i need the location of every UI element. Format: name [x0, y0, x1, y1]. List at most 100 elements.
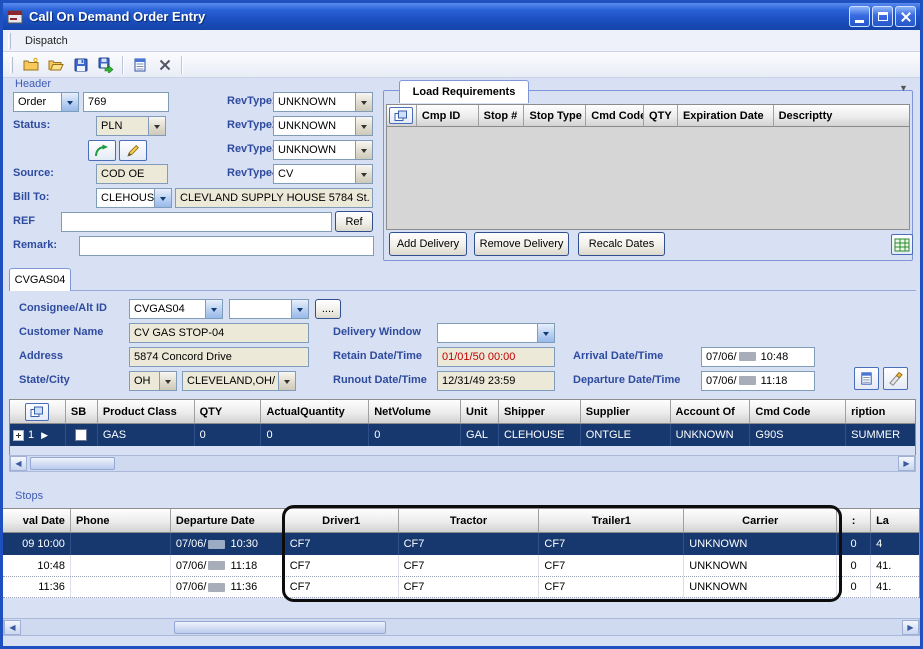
cell-departure: 07/06/ 11:18	[171, 555, 285, 576]
col-header-product-class[interactable]: Product Class	[98, 400, 195, 424]
address-label: Address	[19, 350, 63, 362]
panel-collapse-icon[interactable]: ▼	[899, 83, 908, 93]
alt-id-select[interactable]	[229, 299, 309, 319]
products-scrollbar[interactable]: ◀ ▶	[9, 455, 916, 472]
expand-row-icon[interactable]	[13, 430, 24, 441]
col-header-tractor[interactable]: Tractor	[399, 509, 540, 533]
col-header-description[interactable]: ription	[846, 400, 915, 424]
tab-load-requirements[interactable]: Load Requirements	[399, 80, 529, 103]
col-header-stop-num[interactable]: Stop #	[479, 105, 525, 127]
arrival-field[interactable]: 07/06/ 10:48	[701, 347, 815, 367]
edit-order-button[interactable]	[119, 140, 147, 161]
col-header-cmd-code[interactable]: Cmd Code	[750, 400, 846, 424]
revtype2-select[interactable]: UNKNOWN	[273, 116, 373, 136]
col-header-arrival-date[interactable]: val Date	[3, 509, 71, 533]
maximize-button[interactable]	[872, 6, 893, 27]
new-button[interactable]	[18, 54, 43, 76]
col-header-shipper[interactable]: Shipper	[499, 400, 581, 424]
col-header-cmp-id[interactable]: Cmp ID	[417, 105, 479, 127]
add-delivery-button[interactable]: Add Delivery	[389, 232, 467, 256]
scroll-left-icon[interactable]: ◀	[4, 620, 21, 635]
menu-dispatch[interactable]: Dispatch	[16, 33, 77, 49]
grid-properties-button[interactable]	[389, 107, 413, 124]
sb-checkbox[interactable]	[75, 429, 87, 441]
scroll-right-icon[interactable]: ▶	[898, 456, 915, 471]
recalc-dates-button[interactable]: Recalc Dates	[578, 232, 665, 256]
col-header-net-volume[interactable]: NetVolume	[369, 400, 461, 424]
row-selector-cell: 1 ▶	[10, 424, 66, 446]
open-button[interactable]	[43, 54, 68, 76]
revtype1-select[interactable]: UNKNOWN	[273, 92, 373, 112]
consignee-more-button[interactable]: ....	[315, 299, 341, 319]
billto-select[interactable]: CLEHOUSE	[96, 188, 172, 208]
remove-delivery-button[interactable]: Remove Delivery	[474, 232, 569, 256]
departure-label: Departure Date/Time	[573, 374, 680, 386]
col-header-actual-quantity[interactable]: ActualQuantity	[261, 400, 369, 424]
col-header-expiration-date[interactable]: Expiration Date	[678, 105, 774, 127]
col-header-driver1[interactable]: Driver1	[285, 509, 399, 533]
save-export-button[interactable]	[93, 54, 118, 76]
minimize-button[interactable]	[849, 6, 870, 27]
col-header-la[interactable]: La	[871, 509, 919, 533]
cell-arrival: 10:48	[3, 555, 71, 576]
col-header-cmd-code[interactable]: Cmd Code	[586, 105, 644, 127]
scrollbar-thumb[interactable]	[174, 621, 386, 634]
col-header-sb[interactable]: SB	[66, 400, 98, 424]
chevron-down-icon	[148, 117, 165, 135]
scrollbar-thumb[interactable]	[30, 457, 115, 470]
billto-code: CLEHOUSE	[97, 189, 154, 207]
col-header-trailer1[interactable]: Trailer1	[539, 509, 684, 533]
col-header-unit[interactable]: Unit	[461, 400, 499, 424]
col-header-carrier[interactable]: Carrier	[684, 509, 837, 533]
stop-row[interactable]: 10:48 07/06/ 11:18 CF7 CF7 CF7 UNKNOWN 0…	[3, 555, 919, 577]
col-header-phone[interactable]: Phone	[71, 509, 171, 533]
scroll-right-icon[interactable]: ▶	[902, 620, 919, 635]
status-select[interactable]: PLN	[96, 116, 166, 136]
remark-input[interactable]	[79, 236, 374, 256]
close-button[interactable]	[895, 6, 916, 27]
consignee-select[interactable]: CVGAS04	[129, 299, 223, 319]
state-city-label: State/City	[19, 374, 70, 386]
delivery-window-value	[438, 324, 537, 342]
state-select[interactable]: OH	[129, 371, 177, 391]
stop-row-selected[interactable]: 09 10:00 07/06/ 10:30 CF7 CF7 CF7 UNKNOW…	[3, 533, 919, 555]
order-number-input[interactable]: 769	[83, 92, 169, 112]
add-grid-button[interactable]	[891, 234, 913, 255]
copy-order-button[interactable]	[88, 140, 116, 161]
revtype3-select[interactable]: UNKNOWN	[273, 140, 373, 160]
delivery-window-select[interactable]	[437, 323, 555, 343]
col-header-description[interactable]: Descriptty	[774, 105, 909, 127]
cell-trailer1: CF7	[539, 555, 684, 576]
tab-consignee[interactable]: CVGAS04	[9, 268, 71, 291]
cell-departure: 07/06/ 11:36	[171, 577, 285, 597]
window-title: Call On Demand Order Entry	[29, 9, 205, 24]
col-header-qty[interactable]: QTY	[195, 400, 262, 424]
customer-name-label: Customer Name	[19, 326, 103, 338]
delete-icon	[157, 57, 173, 73]
delete-button[interactable]	[152, 54, 177, 76]
bottom-scrollbar[interactable]: ◀ ▶	[3, 618, 920, 636]
save-button[interactable]	[68, 54, 93, 76]
clear-stop-button[interactable]	[883, 367, 908, 390]
arrival-time: 10:48	[761, 351, 789, 363]
report-button[interactable]	[127, 54, 152, 76]
cell-driver1: CF7	[285, 555, 399, 576]
stop-report-button[interactable]	[854, 367, 879, 390]
ref-button[interactable]: Ref	[335, 211, 373, 232]
revtype4-select[interactable]: CV	[273, 164, 373, 184]
col-header-supplier[interactable]: Supplier	[581, 400, 671, 424]
product-row[interactable]: 1 ▶ GAS 0 0 0 GAL CLEHOUSE ONTGLE UNKNOW…	[10, 424, 915, 446]
col-header-qty[interactable]: QTY	[644, 105, 678, 127]
ref-input[interactable]	[61, 212, 332, 232]
col-header-departure-date[interactable]: Departure Date	[171, 509, 285, 533]
order-type-select[interactable]: Order	[13, 92, 79, 112]
consignee-label: Consignee/Alt ID	[19, 302, 107, 314]
stop-row[interactable]: 11:36 07/06/ 11:36 CF7 CF7 CF7 UNKNOWN 0…	[3, 577, 919, 598]
col-header-col8[interactable]: :	[837, 509, 871, 533]
grid-properties-button[interactable]	[25, 403, 49, 421]
departure-field[interactable]: 07/06/ 11:18	[701, 371, 815, 391]
scroll-left-icon[interactable]: ◀	[10, 456, 27, 471]
col-header-stop-type[interactable]: Stop Type	[524, 105, 586, 127]
col-header-account-of[interactable]: Account Of	[671, 400, 751, 424]
city-select[interactable]: CLEVELAND,OH/	[182, 371, 296, 391]
